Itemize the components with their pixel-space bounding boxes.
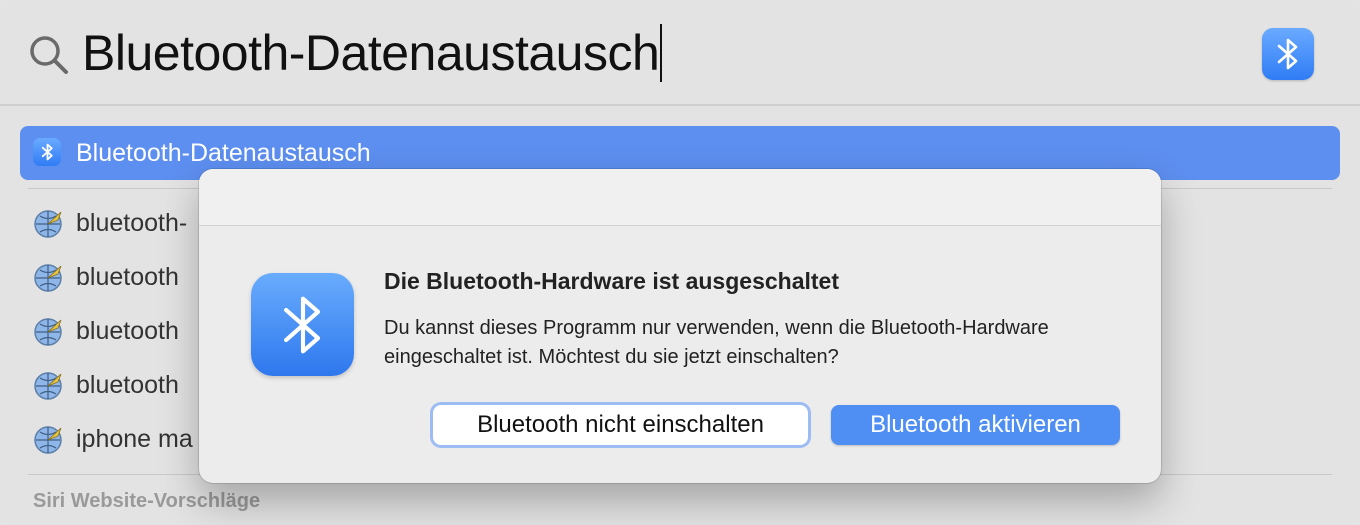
spotlight-window: Bluetooth-Datenaustausch Bluetooth-Daten…	[0, 0, 1360, 525]
top-hit-label: Bluetooth-Datenaustausch	[76, 139, 371, 167]
bluetooth-app-icon[interactable]	[1262, 28, 1314, 80]
search-query: Bluetooth-Datenaustausch	[82, 25, 660, 81]
safari-globe-icon	[34, 318, 62, 346]
search-input[interactable]: Bluetooth-Datenaustausch	[82, 22, 663, 84]
dialog-title: Die Bluetooth-Hardware ist ausgeschaltet	[384, 268, 839, 294]
search-bar[interactable]: Bluetooth-Datenaustausch	[0, 0, 1360, 104]
safari-globe-icon	[34, 372, 62, 400]
text-caret	[660, 24, 663, 82]
enable-bluetooth-button[interactable]: Bluetooth aktivieren	[831, 405, 1120, 445]
safari-globe-icon	[34, 426, 62, 454]
safari-globe-icon	[34, 264, 62, 292]
suggestion-label: iphone ma	[76, 425, 193, 453]
bluetooth-icon	[1277, 38, 1298, 70]
suggestion-label: bluetooth-	[76, 209, 188, 237]
dont-enable-bluetooth-button[interactable]: Bluetooth nicht einschalten	[433, 405, 808, 445]
suggestion-label: bluetooth	[76, 317, 179, 345]
safari-globe-icon	[34, 210, 62, 238]
search-divider	[0, 104, 1360, 106]
dialog-titlebar-divider	[199, 225, 1161, 226]
siri-suggestions-header: Siri Website-Vorschläge	[33, 490, 261, 512]
bluetooth-alert-dialog: Die Bluetooth-Hardware ist ausgeschaltet…	[199, 169, 1161, 483]
dialog-titlebar	[199, 169, 1161, 225]
search-icon	[30, 36, 68, 74]
dialog-message: Du kannst dieses Programm nur verwenden,…	[384, 317, 1049, 368]
suggestion-label: bluetooth	[76, 263, 179, 291]
suggestion-label: bluetooth	[76, 371, 179, 399]
bluetooth-icon	[33, 138, 61, 166]
bluetooth-icon	[251, 273, 354, 376]
